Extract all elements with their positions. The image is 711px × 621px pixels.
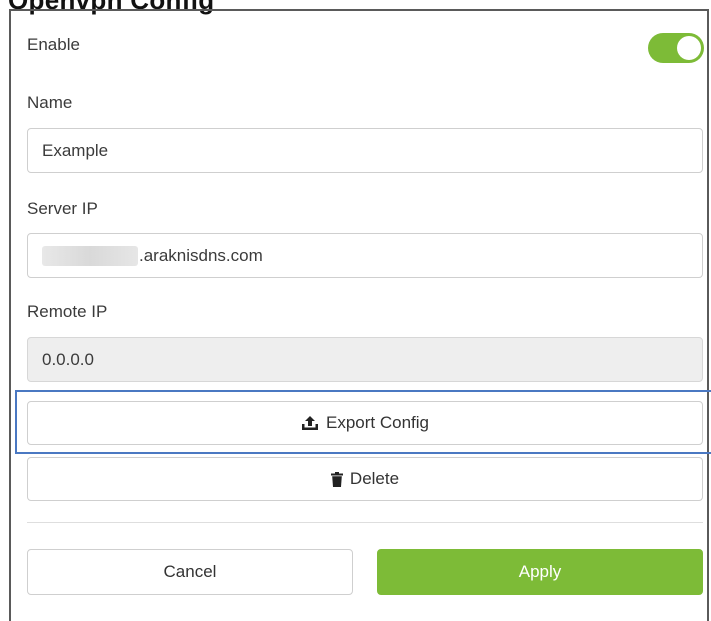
enable-toggle[interactable] — [648, 33, 704, 63]
toggle-knob — [677, 36, 701, 60]
name-input[interactable] — [42, 140, 702, 161]
remote-ip-field: 0.0.0.0 — [27, 337, 703, 382]
upload-icon — [301, 415, 319, 431]
divider — [27, 522, 703, 523]
apply-button[interactable]: Apply — [377, 549, 703, 595]
config-panel — [9, 9, 709, 621]
server-ip-field[interactable]: .araknisdns.com — [27, 233, 703, 278]
export-config-label: Export Config — [326, 413, 429, 432]
enable-label: Enable — [27, 35, 80, 54]
trash-icon — [330, 471, 343, 487]
redacted-hostname — [42, 245, 138, 266]
delete-label: Delete — [349, 469, 400, 488]
export-config-button[interactable]: Export Config — [27, 401, 703, 445]
server-ip-label: Server IP — [27, 199, 98, 218]
server-ip-suffix: .araknisdns.com — [139, 245, 263, 265]
remote-ip-label: Remote IP — [27, 302, 108, 321]
cancel-button[interactable]: Cancel — [27, 549, 353, 595]
delete-button[interactable]: Delete — [27, 457, 703, 501]
remote-ip-value: 0.0.0.0 — [42, 349, 94, 369]
name-field[interactable] — [27, 128, 703, 173]
name-label: Name — [27, 93, 73, 112]
